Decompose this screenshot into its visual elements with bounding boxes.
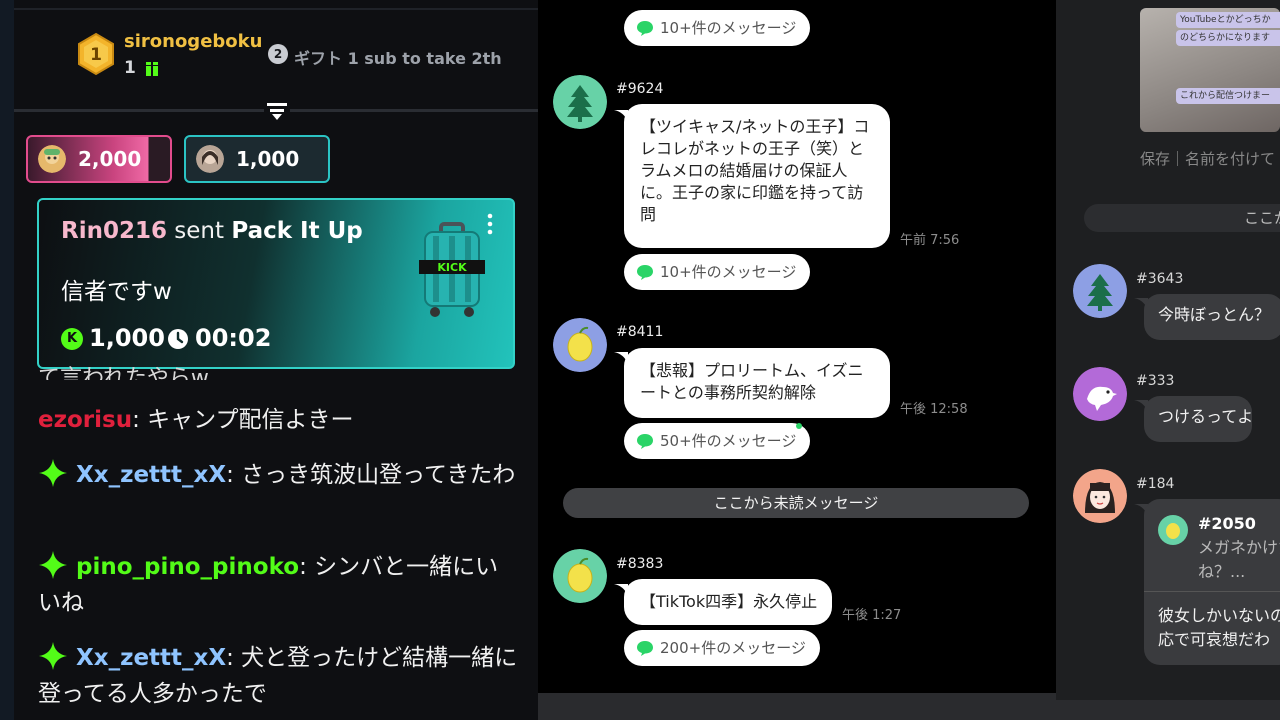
gift-alert-title: Rin0216 sent Pack It Up bbox=[61, 218, 363, 244]
message-count-badge[interactable]: 10+件のメッセージ bbox=[624, 10, 811, 46]
message-count-badge[interactable]: 10+件のメッセージ bbox=[624, 254, 811, 290]
reply-bubble[interactable]: 今時ぼっとん？ bbox=[1144, 294, 1280, 340]
chat-username[interactable]: pino_pino_pinoko bbox=[76, 554, 299, 580]
badge-label: 10+件のメッセージ bbox=[660, 19, 797, 37]
stream-thumbnail[interactable]: YouTubeとかどっちか のどちらかになります これから配信つけまー bbox=[1140, 8, 1280, 132]
suitcase-label: KICK bbox=[437, 261, 467, 274]
top-gifter-name[interactable]: sironogeboku bbox=[124, 31, 262, 52]
user-avatar-icon bbox=[38, 145, 66, 173]
reply-input-bar[interactable] bbox=[1056, 700, 1280, 720]
quote-divider bbox=[1144, 591, 1280, 592]
message-input-bar[interactable] bbox=[538, 693, 1056, 720]
chat-username[interactable]: Xx_zettt_xX bbox=[76, 462, 226, 488]
tree-icon[interactable] bbox=[553, 75, 607, 129]
filter-collapse-icon[interactable] bbox=[264, 100, 290, 122]
thread-id: #9624 bbox=[616, 81, 664, 97]
gift-amount: 1,000 bbox=[89, 324, 165, 352]
quoted-text-line: ね？... bbox=[1198, 562, 1246, 581]
gift-message: 信者ですw bbox=[61, 279, 172, 305]
reply-id: #3643 bbox=[1136, 271, 1184, 287]
panel-edge bbox=[0, 0, 14, 720]
thread-bubble[interactable]: 【ツイキャス/ネットの王子】コレコレがネットの王子（笑）とラムメロの結婚届けの保… bbox=[624, 104, 890, 248]
stream-chat-panel: 1 sironogeboku 1 2 ギフト 1 sub to take 2th… bbox=[0, 0, 538, 720]
bird-icon[interactable] bbox=[1073, 367, 1127, 421]
medal-rank: 1 bbox=[90, 45, 102, 65]
top-gifter-count: 1 bbox=[124, 58, 136, 78]
quoted-reply-bubble[interactable]: #2050 メガネかけた ね？... 彼女しかいないの 応で可哀想だわ bbox=[1144, 499, 1280, 665]
message-count-badge[interactable]: 200+件のメッセージ bbox=[624, 630, 820, 666]
chat-message: Xx_zettt_xX: 犬と登ったけど結構一緒に登ってる人多かったで bbox=[38, 640, 518, 712]
chat-username[interactable]: ezorisu bbox=[38, 407, 132, 433]
tree-icon[interactable] bbox=[1073, 264, 1127, 318]
clipped-chat-line: て言われたやらw bbox=[38, 366, 209, 380]
chat-text: キャンプ配信よきー bbox=[147, 407, 354, 433]
chat-bubble-icon bbox=[637, 21, 653, 36]
chat-message: pino_pino_pinoko: シンバと一緒にいいね bbox=[38, 549, 518, 621]
kicks-coin-icon: K bbox=[61, 328, 83, 350]
pill-amount: 2,000 bbox=[78, 147, 142, 171]
chat-bubble-icon bbox=[637, 641, 653, 656]
reply-bubble[interactable]: つけるってよ bbox=[1144, 396, 1253, 442]
gift-sender[interactable]: Rin0216 bbox=[61, 218, 167, 244]
thread-id: #8383 bbox=[616, 556, 664, 572]
gift-item-name: Pack It Up bbox=[231, 218, 363, 244]
more-options-icon[interactable] bbox=[485, 212, 495, 236]
chat-text: さっき筑波山登ってきたわ bbox=[241, 462, 516, 488]
pinned-gift-pill-1[interactable]: 2,000 bbox=[26, 135, 172, 183]
reply-text-line: 彼女しかいないの bbox=[1158, 606, 1280, 625]
reply-id: #184 bbox=[1136, 476, 1175, 492]
lemon-icon[interactable] bbox=[553, 549, 607, 603]
reply-id: #333 bbox=[1136, 373, 1175, 389]
gift-timer: 00:02 bbox=[195, 324, 272, 352]
thread-id: #8411 bbox=[616, 324, 664, 340]
gift-verb: sent bbox=[166, 218, 232, 244]
girl-avatar-icon[interactable] bbox=[1073, 469, 1127, 523]
badge-label: 50+件のメッセージ bbox=[660, 432, 797, 450]
quoted-text-line: メガネかけた bbox=[1198, 538, 1280, 557]
lemon-icon[interactable] bbox=[553, 318, 607, 372]
top-divider bbox=[14, 8, 538, 10]
thread-time: 午前 7:56 bbox=[900, 233, 960, 248]
message-count-badge[interactable]: 50+件のメッセージ bbox=[624, 423, 811, 459]
sparkle-badge-icon bbox=[39, 551, 67, 579]
unread-divider: ここか bbox=[1084, 204, 1280, 232]
chat-bubble-icon bbox=[637, 434, 653, 449]
quoted-id: #2050 bbox=[1198, 514, 1256, 533]
thumb-chat-line: のどちらかになります bbox=[1176, 30, 1280, 46]
suitcase-icon: KICK bbox=[419, 222, 485, 317]
thread-time: 午後 1:27 bbox=[842, 608, 902, 623]
thread-bubble[interactable]: 【悲報】プロリートム、イズニートとの事務所契約解除 bbox=[624, 348, 890, 418]
thumb-chat-line: YouTubeとかどっちか bbox=[1176, 12, 1280, 28]
gift-alert-card[interactable]: Rin0216 sent Pack It Up 信者ですw K 1,000 00… bbox=[37, 198, 515, 369]
save-link[interactable]: 保存｜名前を付けて bbox=[1140, 148, 1275, 169]
lemon-icon bbox=[1158, 515, 1188, 545]
badge-label: 200+件のメッセージ bbox=[660, 639, 806, 657]
new-indicator-dot bbox=[796, 423, 802, 429]
chat-message: Xx_zettt_xX: さっき筑波山登ってきたわ bbox=[38, 457, 518, 493]
chat-bubble-icon bbox=[637, 265, 653, 280]
clock-icon bbox=[168, 329, 188, 349]
chat-message: ezorisu: キャンプ配信よきー bbox=[38, 407, 354, 433]
gold-medal-icon: 1 bbox=[78, 32, 114, 76]
reply-text-line: 応で可哀想だわ bbox=[1158, 630, 1271, 649]
unread-divider: ここから未読メッセージ bbox=[563, 488, 1029, 518]
rank2-badge: 2 bbox=[268, 44, 288, 64]
openchat-detail-panel: YouTubeとかどっちか のどちらかになります これから配信つけまー 保存｜名… bbox=[1056, 0, 1280, 720]
sparkle-badge-icon bbox=[39, 459, 67, 487]
gift-sub-icon bbox=[146, 62, 158, 76]
user-avatar-icon bbox=[196, 145, 224, 173]
thread-bubble[interactable]: 【TikTok四季】永久停止 bbox=[624, 579, 832, 625]
chat-username[interactable]: Xx_zettt_xX bbox=[76, 645, 226, 671]
thread-time: 午後 12:58 bbox=[900, 402, 968, 417]
thumb-chat-line: これから配信つけまー bbox=[1176, 88, 1280, 104]
badge-label: 10+件のメッセージ bbox=[660, 263, 797, 281]
pinned-gift-pill-2[interactable]: 1,000 bbox=[184, 135, 330, 183]
pill-amount: 1,000 bbox=[236, 147, 300, 171]
rank2-gift-text: ギフト 1 sub to take 2th bbox=[294, 49, 502, 68]
openchat-thread-list: 10+件のメッセージ #9624 【ツイキャス/ネットの王子】コレコレがネットの… bbox=[538, 0, 1056, 720]
sparkle-badge-icon bbox=[39, 642, 67, 670]
